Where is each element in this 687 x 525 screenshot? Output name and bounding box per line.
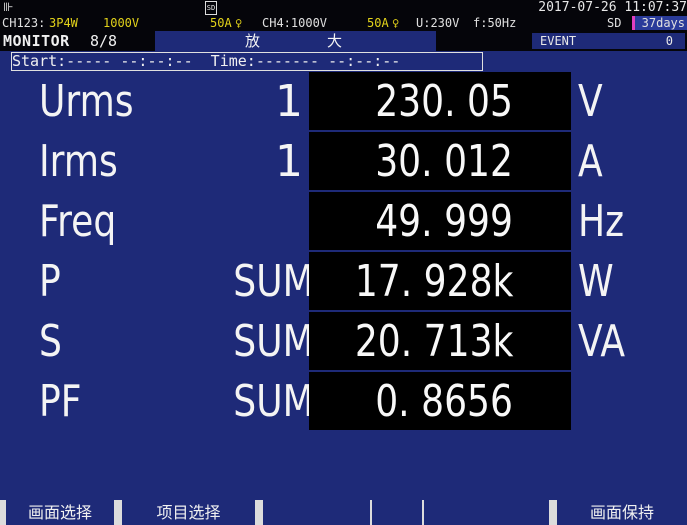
status-bar: ⊪ SD 2017-07-26 11:07:37 (0, 0, 687, 15)
measured-value: 17. 928k (354, 256, 513, 307)
fkey-screen-select[interactable]: 画面选择 (6, 500, 114, 525)
recording-time-bar: Start:----- --:--:-- Time:------- --:--:… (11, 52, 483, 71)
event-count: 0 (665, 34, 673, 48)
power-plug-icon: ⊪ (3, 0, 14, 14)
remaining-days-badge: 37days (632, 16, 687, 30)
fkey-screen-hold[interactable]: 画面保持 (557, 500, 687, 525)
screen-title-char-2: 大 (327, 32, 343, 50)
unit-label: W (578, 256, 614, 307)
page-indicator: 8/8 (90, 32, 118, 50)
measurement-row-irms: Irms 1 30. 012 A (0, 132, 687, 192)
mode-bar: MONITOR 8/8 放 大 EVENT 0 (0, 31, 687, 51)
screen-title-tab: 放 大 (155, 31, 436, 51)
channel-label: SUM (233, 316, 314, 367)
parameter-name: P (39, 256, 61, 307)
ch4-label: CH4:1000V (262, 16, 328, 30)
parameter-name: Urms (39, 76, 134, 127)
nominal-voltage: U:230V (416, 16, 460, 30)
measured-value: 49. 999 (375, 196, 513, 247)
measured-value: 0. 8656 (375, 376, 513, 427)
event-counter: EVENT 0 (532, 33, 685, 49)
fkey-item-select[interactable]: 项目选择 (122, 500, 255, 525)
fkey-4[interactable] (372, 500, 422, 525)
parameter-name: PF (39, 376, 82, 427)
value-box: 17. 928k (309, 252, 571, 310)
unit-label: Hz (578, 196, 625, 247)
datetime: 2017-07-26 11:07:37 (538, 0, 687, 15)
measured-value: 230. 05 (375, 76, 513, 127)
fkey-5[interactable] (424, 500, 549, 525)
unit-label: A (578, 136, 603, 187)
value-box: 49. 999 (309, 192, 571, 250)
parameter-name: Irms (39, 136, 118, 187)
event-label: EVENT (540, 34, 577, 48)
value-box: 230. 05 (309, 72, 571, 130)
measurement-row-urms: Urms 1 230. 05 V (0, 72, 687, 132)
nominal-frequency: f:50Hz (473, 16, 517, 30)
settings-info-bar: CH123: 3P4W 1000V 50A ♀ CH4:1000V 50A ♀ … (0, 15, 687, 31)
clamp-sensor-icon: ♀ (235, 16, 243, 30)
value-box: 20. 713k (309, 312, 571, 370)
wiring-label: 3P4W (49, 16, 78, 30)
ch123-current-range: 50A (210, 16, 232, 30)
unit-label: VA (578, 316, 626, 367)
measurement-row-freq: Freq 49. 999 Hz (0, 192, 687, 252)
unit-label: V (578, 76, 603, 127)
channel-label: 1 (275, 136, 303, 187)
measured-value: 20. 713k (354, 316, 513, 367)
measurement-row-pf: PF SUM 0. 8656 (0, 372, 687, 432)
channel-label: 1 (275, 76, 303, 127)
measurement-row-s: S SUM 20. 713k VA (0, 312, 687, 372)
ch123-voltage-range: 1000V (103, 16, 140, 30)
parameter-name: S (39, 316, 62, 367)
value-box: 0. 8656 (309, 372, 571, 430)
ch123-label: CH123: (2, 16, 46, 30)
screen-title-char-1: 放 (245, 32, 261, 50)
channel-label: SUM (233, 376, 314, 427)
function-key-bar: 画面选择 项目选择 画面保持 (0, 500, 687, 525)
channel-label: SUM (233, 256, 314, 307)
measured-value: 30. 012 (375, 136, 513, 187)
mode-label: MONITOR (3, 32, 70, 50)
fkey-3[interactable] (263, 500, 370, 525)
parameter-name: Freq (39, 196, 117, 247)
measurement-row-p: P SUM 17. 928k W (0, 252, 687, 312)
ch4-clamp-sensor-icon: ♀ (392, 16, 400, 30)
ch4-current-range: 50A (367, 16, 389, 30)
sd-card-icon: SD (205, 1, 217, 15)
value-box: 30. 012 (309, 132, 571, 190)
monitor-screen: ⊪ SD 2017-07-26 11:07:37 CH123: 3P4W 100… (0, 0, 687, 525)
sd-label: SD (607, 16, 622, 30)
